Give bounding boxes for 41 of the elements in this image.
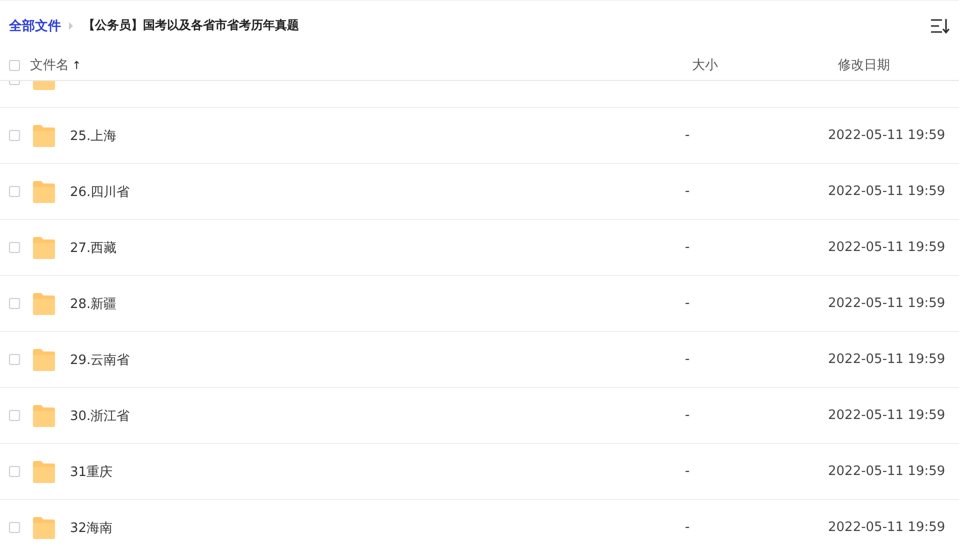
modified-date: 2022-05-11 19:59 [828, 352, 946, 367]
folder-name[interactable]: 32海南 [70, 520, 113, 536]
folder-name[interactable]: 26.四川省 [70, 184, 130, 200]
name-column-header[interactable]: 文件名 [30, 56, 69, 74]
breadcrumb-current: 【公务员】国考以及各省市省考历年真题 [83, 17, 299, 34]
modified-date: 2022-05-11 19:59 [828, 464, 946, 479]
file-size: - [685, 464, 690, 479]
file-size: - [685, 128, 690, 143]
file-size: - [685, 240, 690, 255]
select-all-checkbox[interactable] [9, 60, 20, 70]
folder-name[interactable]: 29.云南省 [70, 352, 130, 368]
row-checkbox[interactable] [9, 410, 20, 421]
modified-date: 2022-05-11 19:59 [828, 240, 946, 255]
folder-name[interactable]: 31重庆 [70, 464, 113, 480]
modified-date: 2022-05-11 19:59 [828, 520, 946, 535]
modified-date: 2022-05-11 19:59 [828, 128, 946, 143]
modified-date: 2022-05-11 19:59 [828, 296, 946, 311]
modified-date: 2022-05-11 19:59 [828, 184, 946, 199]
file-size: - [685, 408, 690, 423]
file-size: - [685, 520, 690, 535]
row-checkbox[interactable] [9, 186, 20, 197]
folder-name[interactable]: 27.西藏 [70, 240, 117, 256]
modified-date: 2022-05-11 19:59 [828, 408, 946, 423]
breadcrumb-separator-icon [69, 22, 73, 30]
sort-arrow: ↑ [72, 58, 82, 72]
row-checkbox[interactable] [9, 298, 20, 309]
breadcrumb-link[interactable]: 全部文件 [9, 16, 61, 34]
file-size: - [685, 296, 690, 311]
sort-icon[interactable] [930, 18, 950, 34]
row-checkbox[interactable] [9, 354, 20, 365]
row-checkbox[interactable] [9, 522, 20, 533]
folder-name[interactable]: 25.上海 [70, 128, 117, 144]
row-checkbox[interactable] [9, 242, 20, 253]
folder-name[interactable]: 28.新疆 [70, 296, 117, 312]
modified-column-header[interactable]: 修改日期 [838, 58, 890, 73]
row-checkbox[interactable] [9, 466, 20, 477]
file-size: - [685, 352, 690, 367]
row-checkbox[interactable] [9, 130, 20, 141]
size-column-header[interactable]: 大小 [692, 58, 718, 73]
folder-name[interactable]: 30.浙江省 [70, 408, 130, 424]
file-size: - [685, 184, 690, 199]
